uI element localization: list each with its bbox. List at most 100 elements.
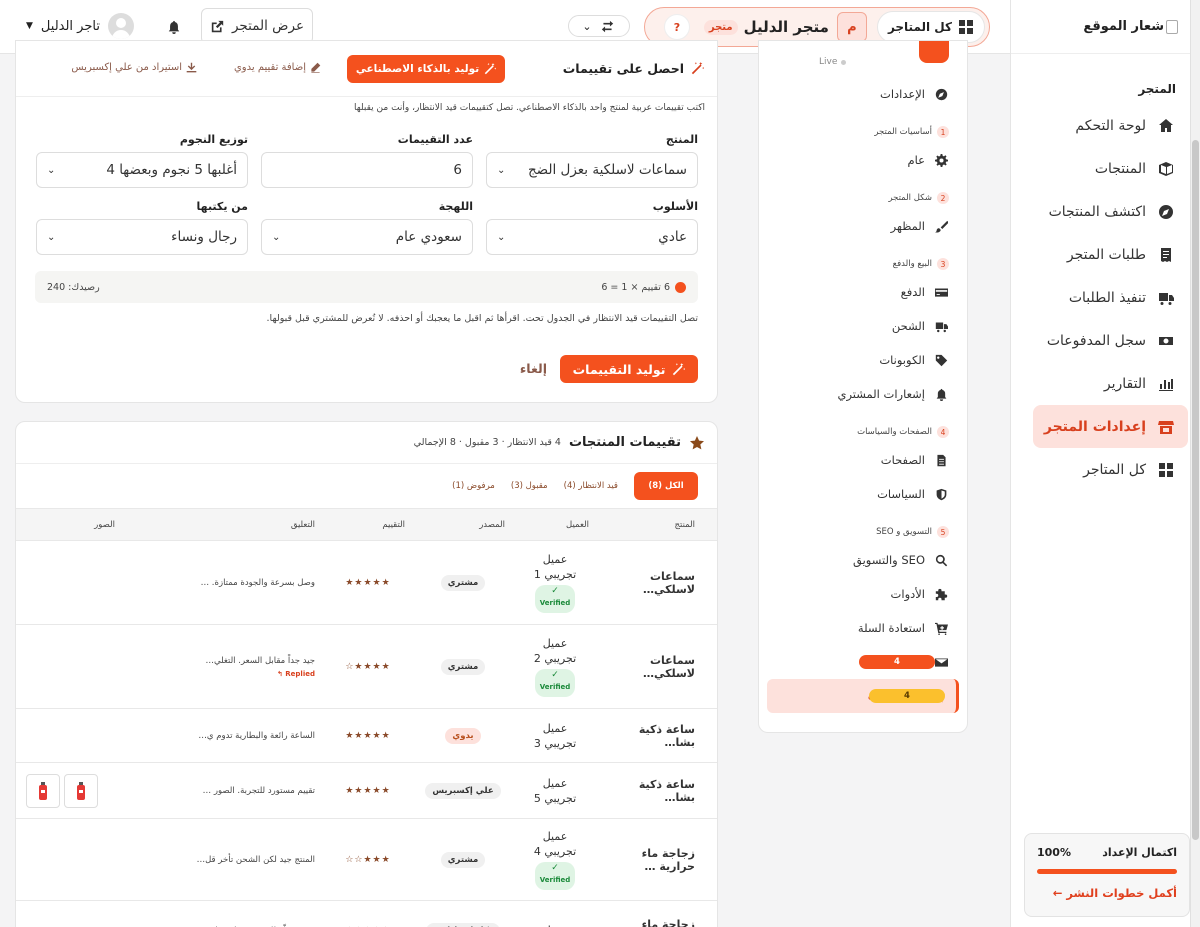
customer-name: عميل: [543, 923, 568, 927]
table-row[interactable]: سماعات لاسلكي… عميل تجريبي 1 ✓ Verified مشتر…: [16, 541, 717, 625]
column-header[interactable]: المنتج: [597, 509, 717, 541]
settings-item-4-0[interactable]: SEO والتسويق: [759, 543, 967, 577]
column-header[interactable]: المصدر: [413, 509, 513, 541]
table-row[interactable]: ساعة ذكية بشا… عميل تجريبي 5 علي إكسبريس ★★…: [16, 763, 717, 819]
settings-item-label: الشحن: [891, 319, 925, 333]
verified-badge: ✓ Verified: [534, 669, 576, 697]
select-input[interactable]: عادي ⌄: [486, 219, 698, 255]
main-nav-item-4[interactable]: تنفيذ الطلبات: [1033, 276, 1188, 319]
settings-item-4-2[interactable]: استعادة السلة: [759, 611, 967, 645]
all-stores-button[interactable]: كل المتاجر: [876, 11, 985, 43]
notifications-button[interactable]: [166, 19, 182, 38]
settings-item-4-1[interactable]: الأدوات: [759, 577, 967, 611]
settings-item-2-2[interactable]: الكوبونات: [759, 343, 967, 377]
reviews-table: المنتج العميل المصدر التقييم التعليق الصور سم…: [16, 508, 717, 927]
select-input[interactable]: رجال ونساء ⌄: [36, 219, 248, 255]
main-nav-label: طلبات المتجر: [1066, 246, 1146, 263]
star-rating: ★★★★★: [345, 577, 391, 588]
broken-image-icon: [1166, 19, 1178, 34]
chevron-down-icon: ⌄: [272, 231, 281, 243]
select-input[interactable]: سعودي عام ⌄: [261, 219, 473, 255]
settings-item-1-0[interactable]: المظهر: [759, 209, 967, 243]
reviews-tab-2[interactable]: مقبول (3): [511, 481, 548, 491]
settings-item-2-1[interactable]: الشحن: [759, 309, 967, 343]
main-nav-item-0[interactable]: لوحة التحكم: [1033, 104, 1188, 147]
column-header[interactable]: التقييم: [323, 509, 413, 541]
settings-item-4-3[interactable]: المشتركين4: [759, 645, 967, 679]
magic-wand-icon: [689, 61, 705, 77]
main-nav-item-1[interactable]: المنتجات: [1033, 147, 1188, 190]
main-nav-item-2[interactable]: اكتشف المنتجات: [1033, 190, 1188, 233]
main-nav-item-6[interactable]: التقارير: [1033, 362, 1188, 405]
settings-item-4-4[interactable]: التقييمات4: [767, 679, 959, 713]
table-row[interactable]: ساعة ذكية بشا… عميل تجريبي 3 يدوي ★★★★★ السا…: [16, 709, 717, 763]
rating-cell: ★★★☆☆: [323, 819, 413, 901]
view-store-button[interactable]: عرض المتجر: [201, 8, 313, 44]
reviews-tab-1[interactable]: قيد الانتظار (4): [564, 481, 618, 491]
live-indicator-tab: [919, 41, 949, 63]
field-label: عدد التقييمات: [397, 133, 473, 146]
reviews-card: تقييمات المنتجات 4 قيد الانتظار · 3 مقبو…: [15, 421, 718, 927]
replied-label: Replied ↰: [276, 669, 315, 678]
site-logo[interactable]: شعار الموقع: [1011, 0, 1200, 54]
rating-cell: ★★★★★: [323, 763, 413, 819]
setup-progress-card: اكتمال الإعداد 100% أكمل خطوات النشر ←: [1024, 833, 1190, 917]
store-swap-dropdown[interactable]: ⌄: [568, 15, 630, 37]
main-nav-item-3[interactable]: طلبات المتجر: [1033, 233, 1188, 276]
grid-icon: [1158, 462, 1174, 478]
field-value: سماعات لاسلكية بعزل الضج: [527, 162, 687, 178]
star-rating: ★★★★★: [345, 785, 391, 796]
product-image-icon: [77, 781, 85, 800]
reviews-tab-3[interactable]: مرفوض (1): [452, 481, 495, 491]
help-button[interactable]: ?: [663, 14, 690, 40]
user-menu[interactable]: تاجر الدليل ▼: [26, 13, 134, 39]
product-cell: زجاجة ماء حرارية …: [597, 901, 717, 927]
import-aliexpress-label: استيراد من علي إكسبريس: [71, 62, 182, 73]
settings-item-3-0[interactable]: الصفحات: [759, 443, 967, 477]
manual-review-button[interactable]: إضافة تقييم يدوي: [234, 62, 321, 73]
ai-generate-tab-button[interactable]: توليد بالذكاء الاصطناعي: [347, 55, 505, 83]
generate-reviews-button[interactable]: توليد التقييمات: [560, 355, 698, 383]
table-row[interactable]: زجاجة ماء حرارية … عميل ذكاء اصطناعي ★★★★★ت…: [16, 901, 717, 927]
reviews-tab-0[interactable]: الكل (8): [634, 472, 698, 500]
settings-item-0-0[interactable]: عام: [759, 143, 967, 177]
card-icon: [933, 284, 949, 300]
table-row[interactable]: زجاجة ماء حرارية … عميل تجريبي 4 ✓ Verified…: [16, 819, 717, 901]
review-image-thumbnail[interactable]: [26, 773, 60, 808]
select-input[interactable]: أغلبها 5 نجوم وبعضها 4 ⌄: [36, 152, 248, 188]
product-name: ساعة ذكية بشا…: [638, 777, 695, 804]
page-scrollbar[interactable]: [1190, 0, 1200, 927]
customer-cell: عميل تجريبي 2 ✓ Verified: [513, 625, 597, 709]
source-cell: يدوي: [413, 709, 513, 763]
number-input[interactable]: 6: [261, 152, 473, 188]
field-label: توزيع النجوم: [179, 133, 248, 146]
settings-item-settings[interactable]: الإعدادات: [759, 77, 967, 111]
scrollbar-thumb[interactable]: [1192, 140, 1199, 840]
main-nav-item-7[interactable]: إعدادات المتجر: [1033, 405, 1188, 448]
settings-item-3-1[interactable]: السياسات: [759, 477, 967, 511]
product-cell: سماعات لاسلكي…: [597, 541, 717, 625]
select-input[interactable]: سماعات لاسلكية بعزل الضج ⌄: [486, 152, 698, 188]
table-row[interactable]: سماعات لاسلكي… عميل تجريبي 2 ✓ Verified مشتر…: [16, 625, 717, 709]
product-cell: ساعة ذكية بشا…: [597, 763, 717, 819]
main-nav-item-8[interactable]: كل المتاجر: [1033, 448, 1188, 491]
publish-steps-link[interactable]: أكمل خطوات النشر ←: [1037, 886, 1177, 900]
column-header[interactable]: العميل: [513, 509, 597, 541]
settings-item-label: المظهر: [890, 219, 925, 233]
source-badge: مشتري: [440, 574, 486, 591]
product-name: سماعات لاسلكي…: [642, 569, 695, 596]
settings-item-2-0[interactable]: الدفع: [759, 275, 967, 309]
cancel-button[interactable]: إلغاء: [520, 361, 547, 376]
generator-title: احصل على تقييمات: [563, 61, 705, 77]
comment-cell: تقييم مستورد للتجربة. الصور …: [123, 763, 323, 819]
form-field-4: اللهجة سعودي عام ⌄: [261, 200, 473, 255]
file-icon: [933, 452, 949, 468]
import-aliexpress-button[interactable]: استيراد من علي إكسبريس: [71, 62, 197, 73]
column-header[interactable]: الصور: [16, 509, 123, 541]
review-image-thumbnail[interactable]: [64, 773, 98, 808]
avatar: [107, 13, 134, 39]
generator-title-text: احصل على تقييمات: [562, 61, 684, 76]
column-header[interactable]: التعليق: [123, 509, 323, 541]
main-nav-item-5[interactable]: سجل المدفوعات: [1033, 319, 1188, 362]
settings-item-2-3[interactable]: إشعارات المشتري: [759, 377, 967, 411]
